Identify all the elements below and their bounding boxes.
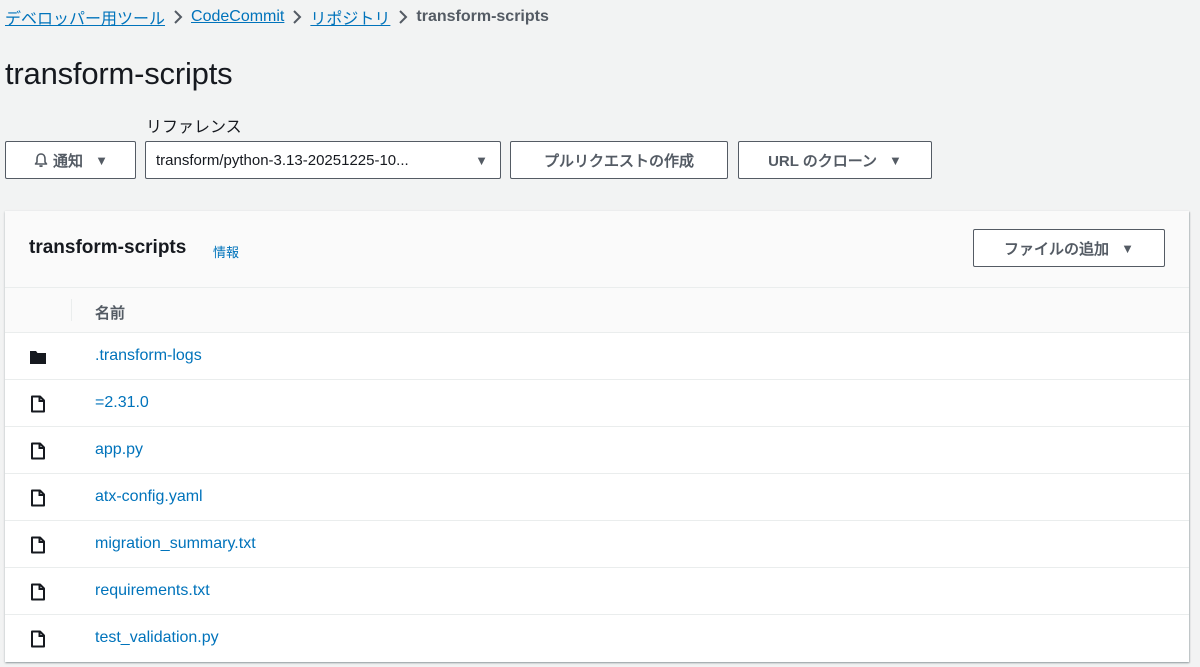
caret-down-icon: ▼ bbox=[95, 152, 108, 168]
file-link[interactable]: migration_summary.txt bbox=[95, 535, 256, 553]
caret-down-icon: ▼ bbox=[889, 152, 902, 168]
chevron-right-icon bbox=[284, 10, 310, 24]
folder-icon bbox=[30, 351, 46, 364]
table-row: test_validation.py bbox=[5, 615, 1189, 662]
repository-panel: transform-scripts 情報 ファイルの追加 ▼ 名前 .trans… bbox=[5, 211, 1189, 662]
bell-icon bbox=[34, 153, 48, 168]
info-link[interactable]: 情報 bbox=[213, 242, 239, 261]
create-pull-request-label: プルリクエストの作成 bbox=[543, 152, 694, 170]
file-icon bbox=[31, 583, 45, 601]
file-icon bbox=[31, 630, 45, 648]
file-icon bbox=[31, 489, 45, 507]
reference-select[interactable]: transform/python-3.13-20251225-10... ▼ bbox=[145, 141, 501, 179]
panel-header: transform-scripts 情報 ファイルの追加 ▼ bbox=[5, 211, 1189, 288]
file-link[interactable]: =2.31.0 bbox=[95, 394, 149, 412]
chevron-right-icon bbox=[390, 10, 416, 24]
column-divider bbox=[71, 299, 72, 321]
table-row: =2.31.0 bbox=[5, 380, 1189, 427]
breadcrumb-codecommit[interactable]: CodeCommit bbox=[191, 8, 284, 26]
file-link[interactable]: app.py bbox=[95, 441, 143, 459]
create-pull-request-button[interactable]: プルリクエストの作成 bbox=[510, 141, 728, 179]
caret-down-icon: ▼ bbox=[475, 152, 488, 168]
file-link[interactable]: test_validation.py bbox=[95, 629, 219, 647]
file-link[interactable]: atx-config.yaml bbox=[95, 488, 203, 506]
file-link[interactable]: .transform-logs bbox=[95, 347, 202, 365]
breadcrumb: デベロッパー用ツール CodeCommit リポジトリ transform-sc… bbox=[5, 6, 549, 28]
breadcrumb-current: transform-scripts bbox=[416, 8, 549, 25]
file-icon bbox=[31, 395, 45, 413]
clone-url-label: URL のクローン bbox=[768, 152, 878, 170]
clone-url-button[interactable]: URL のクローン ▼ bbox=[738, 141, 932, 179]
chevron-right-icon bbox=[165, 10, 191, 24]
add-file-label: ファイルの追加 bbox=[1004, 240, 1110, 258]
breadcrumb-repositories[interactable]: リポジトリ bbox=[310, 5, 390, 29]
breadcrumb-developer-tools[interactable]: デベロッパー用ツール bbox=[5, 5, 165, 29]
file-icon bbox=[31, 536, 45, 554]
reference-label: リファレンス bbox=[146, 119, 242, 136]
table-row: atx-config.yaml bbox=[5, 474, 1189, 521]
table-header: 名前 bbox=[5, 288, 1189, 333]
page-title: transform-scripts bbox=[5, 56, 233, 91]
notify-label: 通知 bbox=[53, 152, 84, 170]
column-header-name[interactable]: 名前 bbox=[95, 302, 125, 323]
file-link[interactable]: requirements.txt bbox=[95, 582, 210, 600]
caret-down-icon: ▼ bbox=[1121, 240, 1134, 256]
table-row: .transform-logs bbox=[5, 333, 1189, 380]
panel-title: transform-scripts bbox=[29, 237, 187, 258]
table-row: app.py bbox=[5, 427, 1189, 474]
add-file-button[interactable]: ファイルの追加 ▼ bbox=[973, 229, 1165, 267]
reference-value: transform/python-3.13-20251225-10... bbox=[156, 151, 409, 169]
table-row: migration_summary.txt bbox=[5, 521, 1189, 568]
table-row: requirements.txt bbox=[5, 568, 1189, 615]
file-icon bbox=[31, 442, 45, 460]
notify-button[interactable]: 通知 ▼ bbox=[5, 141, 136, 179]
